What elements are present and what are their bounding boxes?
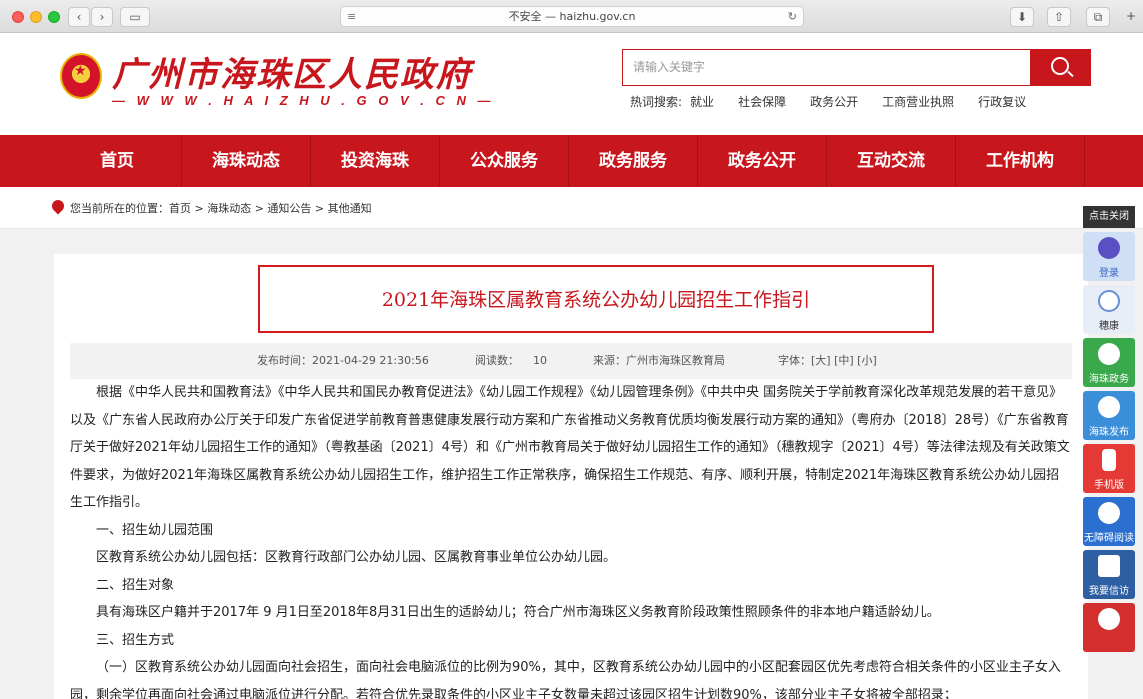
float-label: 穗康 bbox=[1099, 321, 1119, 332]
reader-icon[interactable]: ≡ bbox=[347, 7, 356, 26]
float-label: 手机版 bbox=[1094, 480, 1124, 491]
weibo-button[interactable]: 海珠发布 bbox=[1083, 391, 1135, 440]
minimize-window-button[interactable] bbox=[30, 11, 42, 23]
float-label: 我要信访 bbox=[1089, 586, 1129, 597]
read-count: 阅读数： 10 bbox=[475, 354, 547, 367]
hot-words: 热词搜索: 就业 社会保障 政务公开 工商营业执照 行政复议 bbox=[630, 93, 1050, 110]
section-heading: 三、招生方式 bbox=[96, 632, 175, 648]
accessibility-button[interactable]: 无障碍阅读 bbox=[1083, 497, 1135, 546]
user-icon bbox=[1098, 237, 1120, 259]
new-tab-icon[interactable]: + bbox=[1122, 7, 1140, 27]
section-heading: 二、招生对象 bbox=[96, 577, 175, 593]
float-label: 无障碍阅读 bbox=[1084, 533, 1134, 544]
main-nav: 首页 海珠动态 投资海珠 公众服务 政务服务 政务公开 互动交流 工作机构 bbox=[0, 135, 1143, 187]
nav-item-institutions[interactable]: 工作机构 bbox=[956, 135, 1085, 187]
nav-item-public-service[interactable]: 公众服务 bbox=[440, 135, 569, 187]
article: 2021年海珠区属教育系统公办幼儿园招生工作指引 发布时间：2021-04-29… bbox=[54, 254, 1088, 699]
close-window-button[interactable] bbox=[12, 11, 24, 23]
hot-word[interactable]: 政务公开 bbox=[810, 95, 858, 109]
address-text: 不安全 — haizhu.gov.cn bbox=[508, 10, 636, 23]
wheelchair-icon bbox=[1098, 502, 1120, 524]
back-button[interactable]: ‹ bbox=[68, 7, 90, 27]
reload-icon[interactable]: ↻ bbox=[788, 7, 797, 26]
article-source: 来源：广州市海珠区教育局 bbox=[593, 354, 725, 367]
mail-icon bbox=[1098, 555, 1120, 577]
paragraph: （一）区教育系统公办幼儿园面向社会招生，面向社会电脑派位的比例为90%，其中，区… bbox=[70, 660, 1061, 699]
hot-word[interactable]: 社会保障 bbox=[738, 95, 786, 109]
browser-toolbar: ‹ › ▭ ≡ 不安全 — haizhu.gov.cn ↻ ⬇ ⇧ ⧉ + bbox=[0, 0, 1143, 33]
breadcrumb-bar: 您当前所在的位置：首页 > 海珠动态 > 通知公告 > 其他通知 bbox=[0, 187, 1143, 229]
nav-item-invest[interactable]: 投资海珠 bbox=[311, 135, 440, 187]
robot-icon bbox=[1098, 608, 1120, 630]
wechat-icon bbox=[1098, 343, 1120, 365]
float-label: 海珠政务 bbox=[1089, 374, 1129, 385]
download-icon[interactable]: ⬇ bbox=[1010, 7, 1034, 27]
suikang-button[interactable]: 穗康 bbox=[1083, 285, 1135, 334]
nav-item-gov-affairs[interactable]: 政务公开 bbox=[698, 135, 827, 187]
robot-assistant-button[interactable] bbox=[1083, 603, 1135, 652]
location-pin-icon bbox=[49, 197, 67, 215]
font-size-selector[interactable]: 字体：[大] [中] [小] bbox=[778, 343, 877, 379]
article-title: 2021年海珠区属教育系统公办幼儿园招生工作指引 bbox=[381, 289, 811, 311]
hot-word[interactable]: 行政复议 bbox=[978, 95, 1026, 109]
nav-item-gov-service[interactable]: 政务服务 bbox=[569, 135, 698, 187]
address-bar[interactable]: ≡ 不安全 — haizhu.gov.cn ↻ bbox=[340, 6, 804, 27]
mobile-version-button[interactable]: 手机版 bbox=[1083, 444, 1135, 493]
article-body: 根据《中华人民共和国教育法》《中华人民共和国民办教育促进法》《幼儿园工作规程》《… bbox=[70, 379, 1072, 699]
tabs-icon[interactable]: ⧉ bbox=[1086, 7, 1110, 27]
weibo-icon bbox=[1098, 396, 1120, 418]
nav-item-home[interactable]: 首页 bbox=[53, 135, 182, 187]
paragraph: 根据《中华人民共和国教育法》《中华人民共和国民办教育促进法》《幼儿园工作规程》《… bbox=[70, 385, 1070, 510]
hot-words-label: 热词搜索: bbox=[630, 95, 683, 109]
petition-button[interactable]: 我要信访 bbox=[1083, 550, 1135, 599]
wechat-button[interactable]: 海珠政务 bbox=[1083, 338, 1135, 387]
search-icon bbox=[1051, 57, 1069, 75]
site-url: — W W W . H A I Z H U . G O V . C N — bbox=[112, 93, 495, 108]
breadcrumb[interactable]: 您当前所在的位置：首页 > 海珠动态 > 通知公告 > 其他通知 bbox=[70, 200, 372, 216]
national-emblem-icon bbox=[60, 53, 102, 99]
site-title[interactable]: 广州市海珠区人民政府 bbox=[112, 47, 472, 96]
paragraph: 具有海珠区户籍并于2017年 9 月1日至2018年8月31日出生的适龄幼儿；符… bbox=[96, 605, 940, 620]
phone-icon bbox=[1102, 449, 1116, 471]
float-label: 登录 bbox=[1099, 268, 1119, 279]
share-icon[interactable]: ⇧ bbox=[1047, 7, 1071, 27]
login-button[interactable]: 登录 bbox=[1083, 232, 1135, 281]
hot-word[interactable]: 工商营业执照 bbox=[882, 95, 954, 109]
float-label: 海珠发布 bbox=[1089, 427, 1129, 438]
article-meta: 发布时间：2021-04-29 21:30:56 阅读数： 10 来源：广州市海… bbox=[70, 343, 1072, 379]
title-box: 2021年海珠区属教育系统公办幼儿园招生工作指引 bbox=[258, 265, 934, 333]
publish-time: 发布时间：2021-04-29 21:30:56 bbox=[257, 354, 429, 367]
forward-button[interactable]: › bbox=[91, 7, 113, 27]
hot-word[interactable]: 就业 bbox=[690, 95, 714, 109]
sidebar-toggle-icon[interactable]: ▭ bbox=[120, 7, 150, 27]
nav-item-interaction[interactable]: 互动交流 bbox=[827, 135, 956, 187]
search-button[interactable] bbox=[1031, 49, 1091, 86]
stethoscope-icon bbox=[1098, 290, 1120, 312]
floating-service-panel: 点击关闭 登录 穗康 海珠政务 海珠发布 手机版 无障碍阅读 我要信访 bbox=[1083, 206, 1135, 652]
paragraph: 区教育系统公办幼儿园包括：区教育行政部门公办幼儿园、区属教育事业单位公办幼儿园。 bbox=[96, 550, 617, 565]
nav-item-news[interactable]: 海珠动态 bbox=[182, 135, 311, 187]
site-header: 广州市海珠区人民政府 — W W W . H A I Z H U . G O V… bbox=[0, 33, 1143, 135]
close-float-button[interactable]: 点击关闭 bbox=[1083, 206, 1135, 228]
zoom-window-button[interactable] bbox=[48, 11, 60, 23]
search-input[interactable]: 请输入关键字 bbox=[622, 49, 1031, 86]
section-heading: 一、招生幼儿园范围 bbox=[96, 522, 214, 538]
